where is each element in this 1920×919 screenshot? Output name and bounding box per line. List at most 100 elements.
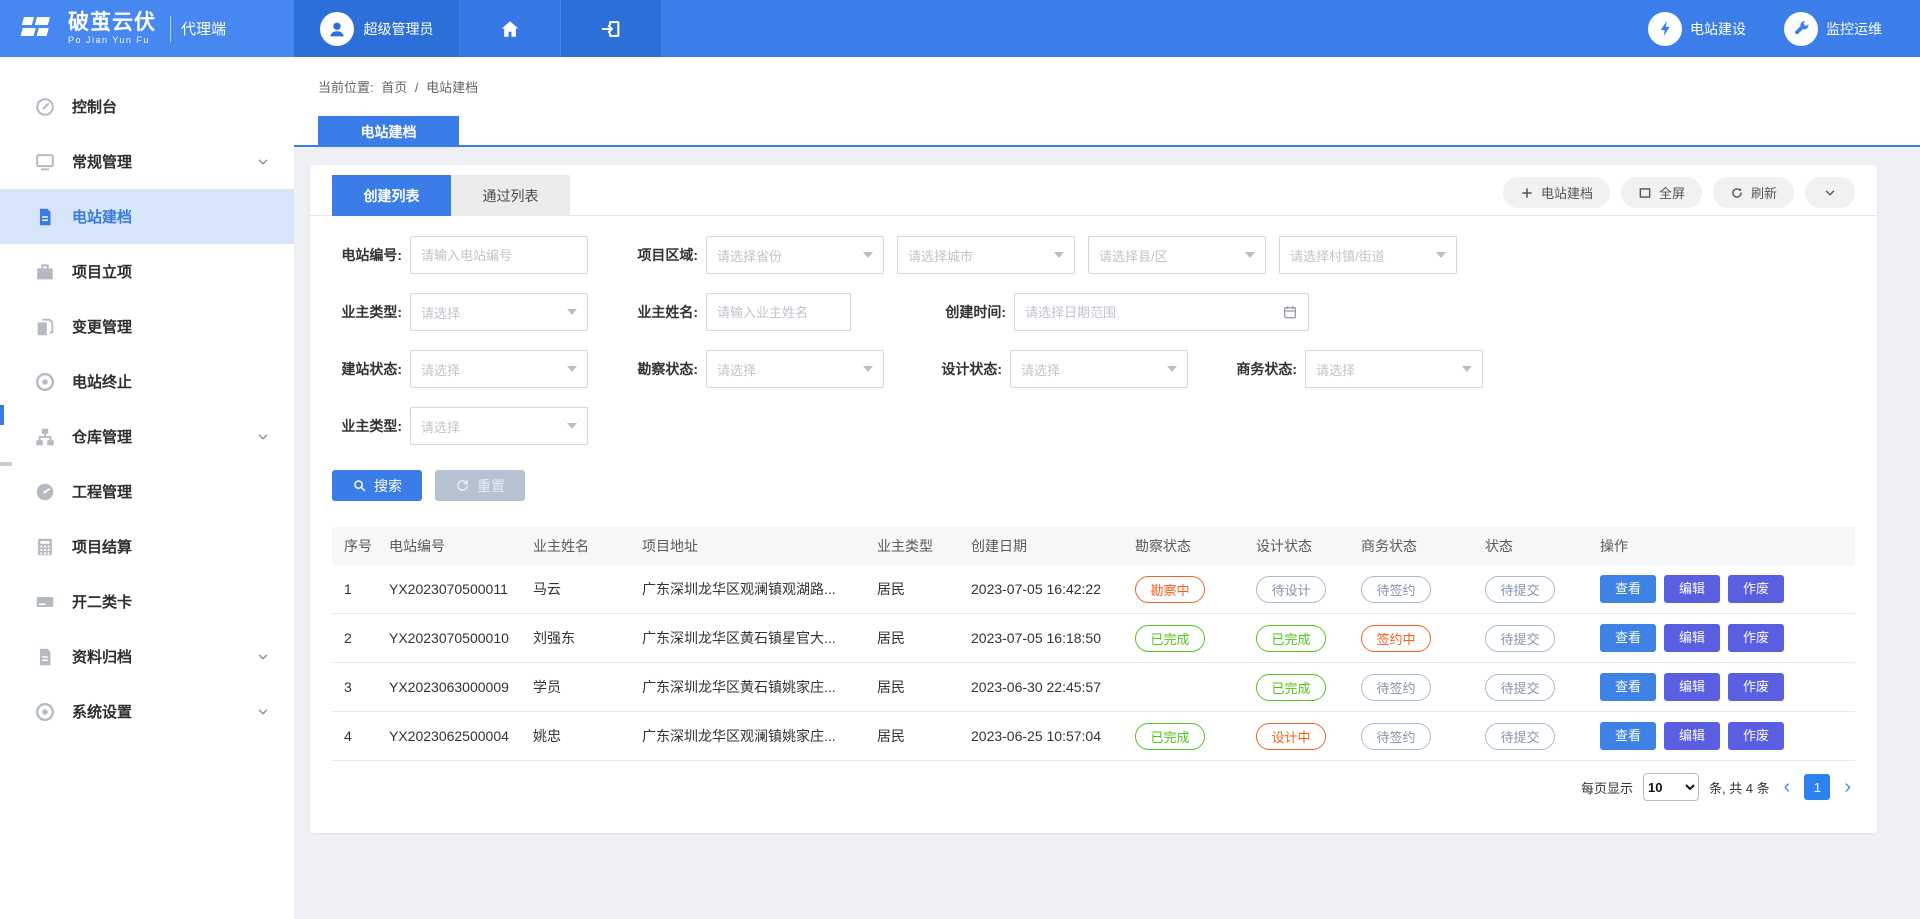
reset-button[interactable]: 重置	[435, 470, 525, 501]
search-button[interactable]: 搜索	[332, 470, 422, 501]
nav-station-build[interactable]: 电站建设	[1648, 0, 1746, 57]
tab-create-list[interactable]: 创建列表	[332, 175, 451, 216]
filter-field: 创建时间:	[936, 293, 1309, 331]
collapse-button[interactable]	[1805, 177, 1855, 208]
column-header: 创建日期	[959, 536, 1123, 556]
user-menu[interactable]: 超级管理员	[294, 0, 460, 57]
chevron-down-icon	[256, 430, 270, 444]
sidebar-item-archive[interactable]: 电站建档	[0, 189, 294, 244]
caret-down-icon	[567, 366, 577, 372]
filter-label: 项目区域:	[628, 245, 698, 265]
cell-owner: 马云	[521, 579, 630, 599]
sidebar-scroll-mark	[0, 405, 4, 425]
void-button[interactable]: 作废	[1728, 722, 1784, 750]
void-button[interactable]: 作废	[1728, 575, 1784, 603]
sidebar-item-card[interactable]: 开二类卡	[0, 574, 294, 629]
status-badge: 已完成	[1135, 723, 1205, 750]
filter-field: 业主类型: 请选择	[332, 293, 588, 331]
select-input[interactable]: 请选择县/区	[1088, 236, 1266, 274]
view-button[interactable]: 查看	[1600, 673, 1656, 701]
column-header: 商务状态	[1349, 536, 1473, 556]
logout-icon	[600, 18, 622, 40]
sidebar: 控制台常规管理电站建档项目立项变更管理电站终止仓库管理工程管理项目结算开二类卡资…	[0, 57, 294, 919]
fullscreen-button[interactable]: 全屏	[1621, 177, 1702, 208]
sidebar-item-files[interactable]: 资料归档	[0, 629, 294, 684]
table-row: 3YX2023063000009学员广东深圳龙华区黄石镇姚家庄...居民2023…	[332, 663, 1855, 712]
sidebar-item-terminate[interactable]: 电站终止	[0, 354, 294, 409]
void-button[interactable]: 作废	[1728, 624, 1784, 652]
select-input[interactable]: 请选择	[1010, 350, 1188, 388]
sidebar-item-label: 开二类卡	[72, 591, 132, 612]
refresh-button[interactable]: 刷新	[1713, 177, 1794, 208]
nav-monitor-ops[interactable]: 监控运维	[1784, 0, 1882, 57]
view-button[interactable]: 查看	[1600, 624, 1656, 652]
view-button[interactable]: 查看	[1600, 722, 1656, 750]
text-input[interactable]	[410, 236, 588, 274]
view-button[interactable]: 查看	[1600, 575, 1656, 603]
toolbar-label: 刷新	[1751, 183, 1777, 202]
text-input[interactable]	[706, 293, 851, 331]
select-input[interactable]: 请选择省份	[706, 236, 884, 274]
next-page-button[interactable]: ›	[1840, 777, 1855, 797]
top-bar: 破茧云伏 Po Jian Yun Fu 代理端 超级管理员 电站建设	[0, 0, 1920, 57]
void-button[interactable]: 作废	[1728, 673, 1784, 701]
select-input[interactable]: 请选择	[706, 350, 884, 388]
filter-label: 业主类型:	[332, 302, 402, 322]
select-input[interactable]: 请选择	[1305, 350, 1483, 388]
breadcrumb-home[interactable]: 首页	[381, 80, 407, 95]
caret-down-icon	[567, 423, 577, 429]
list-tabs: 创建列表通过列表	[332, 175, 570, 216]
breadcrumb: 当前位置: 首页 / 电站建档	[318, 77, 482, 96]
sidebar-item-settings[interactable]: 系统设置	[0, 684, 294, 739]
edit-button[interactable]: 编辑	[1664, 673, 1720, 701]
select-input[interactable]: 请选择村镇/街道	[1279, 236, 1457, 274]
table-row: 2YX2023070500010刘强东广东深圳龙华区黄石镇星官大...居民202…	[332, 614, 1855, 663]
sidebar-item-engineering[interactable]: 工程管理	[0, 464, 294, 519]
cell-code: YX2023062500004	[377, 728, 521, 744]
add-station-button[interactable]: 电站建档	[1503, 177, 1610, 208]
column-header: 操作	[1588, 536, 1848, 556]
lightning-icon	[1648, 12, 1682, 46]
reset-icon	[455, 478, 470, 493]
status-badge: 待提交	[1485, 723, 1555, 750]
logout-button[interactable]	[561, 0, 662, 57]
prev-page-button[interactable]: ‹	[1780, 777, 1795, 797]
sidebar-item-project[interactable]: 项目立项	[0, 244, 294, 299]
select-input[interactable]: 请选择城市	[897, 236, 1075, 274]
tab-passed-list[interactable]: 通过列表	[451, 175, 570, 216]
sidebar-item-label: 仓库管理	[72, 426, 132, 447]
breadcrumb-prefix: 当前位置:	[318, 80, 374, 95]
edit-button[interactable]: 编辑	[1664, 575, 1720, 603]
sidebar-item-console[interactable]: 控制台	[0, 79, 294, 134]
cell-owner-type: 居民	[865, 726, 959, 746]
select-input[interactable]: 请选择	[410, 350, 588, 388]
edit-button[interactable]: 编辑	[1664, 624, 1720, 652]
breadcrumb-current: 电站建档	[426, 80, 478, 95]
select-input[interactable]: 请选择	[410, 293, 588, 331]
select-input[interactable]: 请选择	[410, 407, 588, 445]
sidebar-item-warehouse[interactable]: 仓库管理	[0, 409, 294, 464]
cell-business-status: 待签约	[1349, 576, 1473, 603]
fullscreen-icon	[1638, 186, 1652, 200]
cell-design-status: 待设计	[1244, 576, 1349, 603]
sidebar-item-settlement[interactable]: 项目结算	[0, 519, 294, 574]
status-badge: 待签约	[1361, 674, 1431, 701]
home-button[interactable]	[460, 0, 561, 57]
filter-field: 建站状态:请选择	[332, 350, 588, 388]
per-page-select[interactable]: 10	[1643, 773, 1699, 801]
column-header: 电站编号	[377, 536, 521, 556]
page-tab-station-archive[interactable]: 电站建档	[318, 116, 459, 147]
status-badge: 待签约	[1361, 723, 1431, 750]
sidebar-item-general[interactable]: 常规管理	[0, 134, 294, 189]
sidebar-item-label: 系统设置	[72, 701, 132, 722]
date-range-input[interactable]	[1014, 293, 1309, 331]
status-badge: 已完成	[1256, 674, 1326, 701]
page-number-1[interactable]: 1	[1804, 774, 1830, 800]
table-header-row: 序号电站编号业主姓名项目地址业主类型创建日期勘察状态设计状态商务状态状态操作	[332, 527, 1855, 565]
panel-head: 创建列表通过列表 电站建档全屏 刷新	[310, 165, 1877, 216]
cell-design-status: 设计中	[1244, 723, 1349, 750]
sidebar-item-change[interactable]: 变更管理	[0, 299, 294, 354]
sidebar-item-label: 变更管理	[72, 316, 132, 337]
edit-button[interactable]: 编辑	[1664, 722, 1720, 750]
cell-owner: 姚忠	[521, 726, 630, 746]
